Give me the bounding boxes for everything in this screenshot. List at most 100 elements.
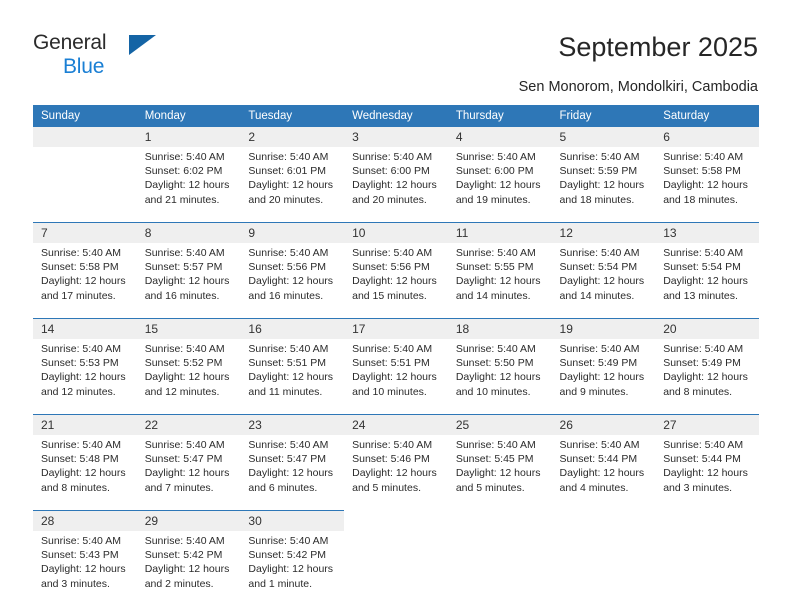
day-detail-line: Daylight: 12 hours	[144, 371, 230, 384]
day-number[interactable]: 20	[655, 318, 759, 339]
day-number[interactable]: 11	[447, 222, 552, 243]
day-number[interactable]: 1	[136, 127, 241, 147]
day-detail-line: and 17 minutes.	[41, 289, 116, 302]
day-details: Sunrise: 5:40 AM Sunset: 6:00 PM Daylight:…	[344, 147, 448, 223]
day-number[interactable]: 4	[447, 127, 552, 147]
day-detail-line: Daylight: 12 hours	[41, 563, 126, 576]
day-number[interactable]: 6	[655, 127, 759, 147]
week-daynumber-row: 21 22 23 24 25 26 27	[33, 414, 759, 435]
day-detail-line: Daylight: 12 hours	[352, 179, 437, 192]
day-number[interactable]: 7	[33, 222, 137, 243]
day-number[interactable]: 19	[551, 318, 656, 339]
day-detail-line: Sunrise: 5:40 AM	[559, 343, 640, 355]
day-number[interactable]: 30	[240, 510, 345, 531]
day-detail-line: Daylight: 12 hours	[663, 275, 748, 288]
day-detail-line: Sunset: 6:00 PM	[455, 165, 534, 178]
day-number[interactable]: 26	[551, 414, 656, 435]
day-details: Sunrise: 5:40 AM Sunset: 5:57 PM Daylight:…	[136, 243, 241, 319]
day-details: Sunrise: 5:40 AM Sunset: 5:56 PM Daylight:…	[344, 243, 448, 319]
day-detail-line: and 10 minutes.	[455, 385, 531, 398]
day-number[interactable]: 24	[344, 414, 448, 435]
day-detail-line: Sunset: 6:00 PM	[352, 165, 430, 178]
day-details: Sunrise: 5:40 AM Sunset: 5:49 PM Daylight:…	[655, 339, 759, 415]
day-detail-line: Daylight: 12 hours	[455, 179, 541, 192]
day-detail-line: Daylight: 12 hours	[559, 371, 645, 384]
day-detail-line: and 4 minutes.	[559, 481, 629, 494]
day-detail-line: Daylight: 12 hours	[559, 179, 645, 192]
day-detail-line: Sunset: 5:56 PM	[248, 261, 327, 274]
day-detail-line: Daylight: 12 hours	[559, 467, 645, 480]
day-number[interactable]: 27	[655, 414, 759, 435]
day-number[interactable]: 16	[240, 318, 345, 339]
day-detail-line: and 12 minutes.	[144, 385, 220, 398]
day-number[interactable]: 29	[136, 510, 241, 531]
day-details: Sunrise: 5:40 AM Sunset: 6:01 PM Daylight:…	[240, 147, 345, 223]
day-detail-line: Sunset: 5:50 PM	[455, 357, 534, 370]
day-detail-line: and 16 minutes.	[144, 289, 220, 302]
day-number[interactable]: 5	[551, 127, 656, 147]
day-detail-line: Daylight: 12 hours	[248, 563, 334, 576]
day-detail-line: and 18 minutes.	[663, 193, 738, 206]
day-details: Sunrise: 5:40 AM Sunset: 5:44 PM Daylight:…	[655, 435, 759, 511]
day-detail-line: Daylight: 12 hours	[663, 179, 748, 192]
day-detail-line: Sunset: 5:49 PM	[663, 357, 741, 370]
day-detail-line: and 18 minutes.	[559, 193, 635, 206]
day-detail-line: and 5 minutes.	[455, 481, 525, 494]
empty-day-cell	[551, 510, 656, 531]
empty-day-cell	[655, 510, 759, 531]
day-detail-line: and 14 minutes.	[455, 289, 531, 302]
day-detail-line: Sunset: 5:44 PM	[663, 453, 741, 466]
day-detail-line: Sunrise: 5:40 AM	[352, 151, 433, 163]
day-number[interactable]: 8	[136, 222, 241, 243]
calendar-header-row: Sunday Monday Tuesday Wednesday Thursday Frid…	[33, 105, 759, 127]
day-number[interactable]: 25	[447, 414, 552, 435]
calendar-table: Sunday Monday Tuesday Wednesday Thursday Frid…	[33, 105, 759, 606]
weekday-header-monday: Monday	[136, 105, 241, 127]
day-detail-line: Daylight: 12 hours	[248, 371, 334, 384]
day-number[interactable]: 18	[447, 318, 552, 339]
day-detail-line: Sunrise: 5:40 AM	[144, 247, 225, 259]
day-details: Sunrise: 5:40 AM Sunset: 5:44 PM Daylight:…	[551, 435, 656, 511]
day-detail-line: Sunset: 5:54 PM	[663, 261, 741, 274]
empty-day-details	[344, 531, 448, 606]
day-detail-line: Daylight: 12 hours	[248, 467, 334, 480]
day-details: Sunrise: 5:40 AM Sunset: 5:59 PM Daylight:…	[551, 147, 656, 223]
day-detail-line: Daylight: 12 hours	[248, 275, 334, 288]
day-number[interactable]: 9	[240, 222, 345, 243]
day-detail-line: Sunrise: 5:40 AM	[663, 247, 744, 259]
day-details: Sunrise: 5:40 AM Sunset: 5:42 PM Daylight:…	[240, 531, 345, 606]
day-number[interactable]: 17	[344, 318, 448, 339]
day-detail-line: and 8 minutes.	[41, 481, 110, 494]
day-number[interactable]: 23	[240, 414, 345, 435]
logo-text-blue: Blue	[63, 55, 105, 78]
day-detail-line: and 2 minutes.	[144, 577, 214, 590]
general-blue-logo[interactable]: General Blue	[33, 31, 213, 83]
day-detail-line: Daylight: 12 hours	[455, 371, 541, 384]
day-number[interactable]: 14	[33, 318, 137, 339]
day-details: Sunrise: 5:40 AM Sunset: 5:56 PM Daylight:…	[240, 243, 345, 319]
day-detail-line: Daylight: 12 hours	[144, 467, 230, 480]
day-detail-line: Sunset: 6:02 PM	[144, 165, 223, 178]
week-daynumber-row: 28 29 30	[33, 510, 759, 531]
day-number[interactable]: 22	[136, 414, 241, 435]
day-number[interactable]: 13	[655, 222, 759, 243]
day-details: Sunrise: 5:40 AM Sunset: 5:47 PM Daylight:…	[240, 435, 345, 511]
day-detail-line: Sunset: 5:53 PM	[41, 357, 119, 370]
day-number[interactable]: 21	[33, 414, 137, 435]
day-number[interactable]: 2	[240, 127, 345, 147]
day-detail-line: and 3 minutes.	[41, 577, 110, 590]
day-number[interactable]: 10	[344, 222, 448, 243]
day-detail-line: Sunset: 5:57 PM	[144, 261, 223, 274]
day-number[interactable]: 12	[551, 222, 656, 243]
day-detail-line: Sunrise: 5:40 AM	[559, 151, 640, 163]
day-number[interactable]: 3	[344, 127, 448, 147]
day-detail-line: Daylight: 12 hours	[41, 467, 126, 480]
day-details: Sunrise: 5:40 AM Sunset: 5:49 PM Daylight:…	[551, 339, 656, 415]
day-details: Sunrise: 5:40 AM Sunset: 6:00 PM Daylight:…	[447, 147, 552, 223]
empty-day-cell	[33, 127, 137, 147]
day-detail-line: Sunrise: 5:40 AM	[559, 439, 640, 451]
day-number[interactable]: 28	[33, 510, 137, 531]
day-number[interactable]: 15	[136, 318, 241, 339]
day-detail-line: Daylight: 12 hours	[559, 275, 645, 288]
day-detail-line: Sunset: 5:48 PM	[41, 453, 119, 466]
